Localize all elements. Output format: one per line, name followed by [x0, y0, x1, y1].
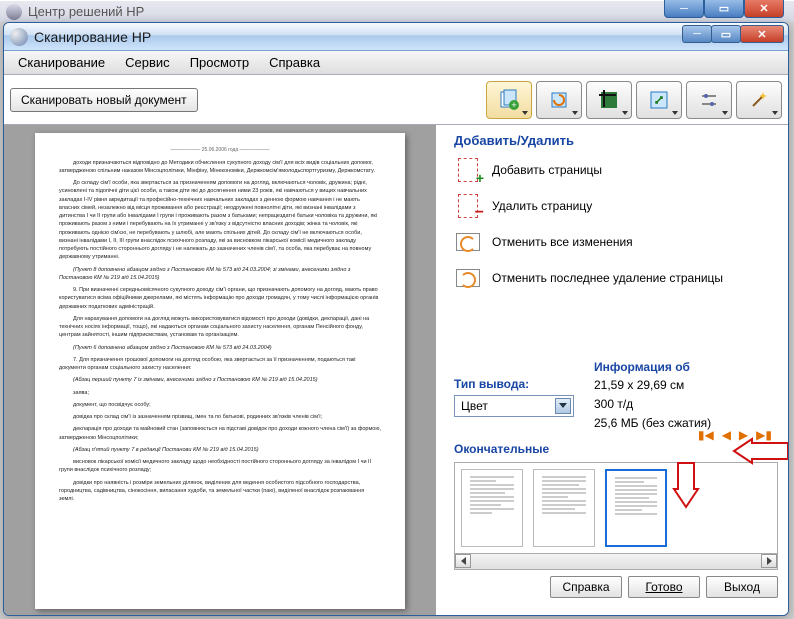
delete-page-label: Удалить страницу: [492, 199, 592, 213]
undo-last-delete-label: Отменить последнее удаление страницы: [492, 271, 723, 285]
delete-page-icon: [454, 192, 482, 220]
nav-prev-icon[interactable]: ◀: [722, 428, 731, 442]
thumbnail-strip: [454, 462, 778, 554]
parent-maximize-button[interactable]: ▭: [704, 0, 744, 18]
final-pages-label: Окончательные: [454, 442, 549, 456]
hp-logo-icon: [10, 28, 28, 46]
hp-logo-icon: [6, 4, 22, 20]
maximize-button[interactable]: ▭: [711, 25, 741, 43]
preview-pane: —————— 25.06.2006 года —————— доходи при…: [4, 125, 436, 615]
minimize-button[interactable]: ─: [682, 25, 712, 43]
parent-minimize-button[interactable]: ─: [664, 0, 704, 18]
done-button[interactable]: Готово: [628, 576, 700, 598]
tool-effects-button[interactable]: [736, 81, 782, 119]
scan-window-title: Сканирование HP: [34, 29, 151, 45]
doc-line: висновок лікарської комісії медичного за…: [59, 458, 381, 475]
output-type-label: Тип вывода:: [454, 377, 574, 391]
add-remove-title: Добавить/Удалить: [454, 133, 778, 148]
scroll-left-button[interactable]: [455, 554, 471, 568]
thumbnail-page[interactable]: [533, 469, 595, 547]
scan-window-controls: ─ ▭ ✕: [683, 25, 784, 43]
doc-line: заява;: [59, 389, 381, 397]
info-dpi: 300 т/д: [594, 395, 711, 414]
add-pages-action[interactable]: Добавить страницы: [454, 156, 778, 184]
undo-all-label: Отменить все изменения: [492, 235, 633, 249]
tool-rotate-button[interactable]: [536, 81, 582, 119]
add-pages-label: Добавить страницы: [492, 163, 602, 177]
info-block: 21,59 x 29,69 см 300 т/д 25,6 МБ (без сж…: [594, 376, 711, 434]
doc-line: (Абзац п'ятий пункту 7 в редакції Постан…: [59, 446, 381, 454]
doc-line: доходи призначаються відповідно до Метод…: [59, 159, 381, 176]
undo-last-delete-icon: [454, 264, 482, 292]
parent-close-button[interactable]: ✕: [744, 0, 784, 18]
help-button[interactable]: Справка: [550, 576, 622, 598]
chevron-down-icon: [555, 398, 571, 414]
nav-first-icon[interactable]: ▮◀: [698, 428, 714, 442]
doc-line: Для нарахування допомоги на догляд можут…: [59, 315, 381, 340]
scroll-right-button[interactable]: [761, 554, 777, 568]
parent-window-title: Центр решений HP: [28, 4, 144, 19]
bottom-button-row: Справка Готово Выход: [454, 576, 778, 598]
add-pages-icon: [454, 156, 482, 184]
annotation-arrow-down-icon: [674, 461, 698, 509]
action-list: Добавить страницы Удалить страницу Отмен…: [454, 156, 778, 292]
toolbar: Сканировать новый документ +: [4, 75, 788, 125]
pages-icon: +: [498, 89, 520, 111]
scan-new-document-label: Сканировать новый документ: [21, 93, 187, 107]
resize-icon: [648, 89, 670, 111]
thumbnail-scrollbar[interactable]: [454, 554, 778, 570]
thumbnail-page-selected[interactable]: [605, 469, 667, 547]
sliders-icon: [698, 89, 720, 111]
close-button[interactable]: ✕: [740, 25, 784, 43]
content-area: —————— 25.06.2006 года —————— доходи при…: [4, 125, 788, 615]
menu-bar: Сканирование Сервис Просмотр Справка: [4, 51, 788, 75]
doc-line: —————— 25.06.2006 года ——————: [59, 147, 381, 155]
exit-button[interactable]: Выход: [706, 576, 778, 598]
undo-all-action[interactable]: Отменить все изменения: [454, 228, 778, 256]
rotate-icon: [548, 89, 570, 111]
side-panel: Добавить/Удалить Добавить страницы Удали…: [436, 125, 788, 615]
document-preview[interactable]: —————— 25.06.2006 года —————— доходи при…: [35, 133, 405, 609]
doc-line: До складу сім'ї особи, яка звертається з…: [59, 179, 381, 262]
doc-line: 7. Для призначення грошової допомоги на …: [59, 356, 381, 373]
output-type-select[interactable]: Цвет: [454, 395, 574, 417]
doc-line: (Пункт 6 доповнено абзацом згідно з Пост…: [59, 344, 381, 352]
thumbnail-page[interactable]: [461, 469, 523, 547]
doc-line: (Абзац перший пункту 7 із змінами, внесе…: [59, 376, 381, 384]
tool-add-remove-button[interactable]: +: [486, 81, 532, 119]
scan-new-document-button[interactable]: Сканировать новый документ: [10, 88, 198, 112]
doc-line: (Пункт 8 доповнено абзацом згідно з Пост…: [59, 266, 381, 283]
menu-view[interactable]: Просмотр: [182, 53, 257, 72]
menu-service[interactable]: Сервис: [117, 53, 178, 72]
info-label: Информация об: [594, 360, 711, 374]
tool-resize-button[interactable]: [636, 81, 682, 119]
svg-text:+: +: [511, 100, 516, 110]
undo-all-icon: [454, 228, 482, 256]
crop-icon: [598, 89, 620, 111]
output-info-row: Тип вывода: Цвет Информация об 21,59 x 2…: [454, 360, 778, 434]
delete-page-action[interactable]: Удалить страницу: [454, 192, 778, 220]
doc-line: 9. При визначенні середньомісячного суку…: [59, 286, 381, 311]
scan-window: Сканирование HP ─ ▭ ✕ Сканирование Серви…: [3, 22, 789, 616]
info-size: 21,59 x 29,69 см: [594, 376, 711, 395]
tool-button-group: +: [486, 81, 782, 119]
parent-window-controls: ─ ▭ ✕: [664, 0, 784, 18]
doc-line: документ, що посвідчує особу;: [59, 401, 381, 409]
tool-adjust-button[interactable]: [686, 81, 732, 119]
doc-line: довідки про наявність і розміри земельни…: [59, 479, 381, 504]
info-filesize: 25,6 МБ (без сжатия): [594, 414, 711, 433]
doc-line: декларація про доходи та майновий стан (…: [59, 425, 381, 442]
menu-help[interactable]: Справка: [261, 53, 328, 72]
doc-line: довідка про склад сім'ї із зазначенням п…: [59, 413, 381, 421]
scan-window-titlebar: Сканирование HP ─ ▭ ✕: [4, 23, 788, 51]
tool-crop-button[interactable]: [586, 81, 632, 119]
output-type-value: Цвет: [461, 399, 488, 413]
magic-wand-icon: [748, 89, 770, 111]
menu-scan[interactable]: Сканирование: [10, 53, 113, 72]
annotation-arrow-left-icon: [732, 439, 789, 461]
undo-last-delete-action[interactable]: Отменить последнее удаление страницы: [454, 264, 778, 292]
